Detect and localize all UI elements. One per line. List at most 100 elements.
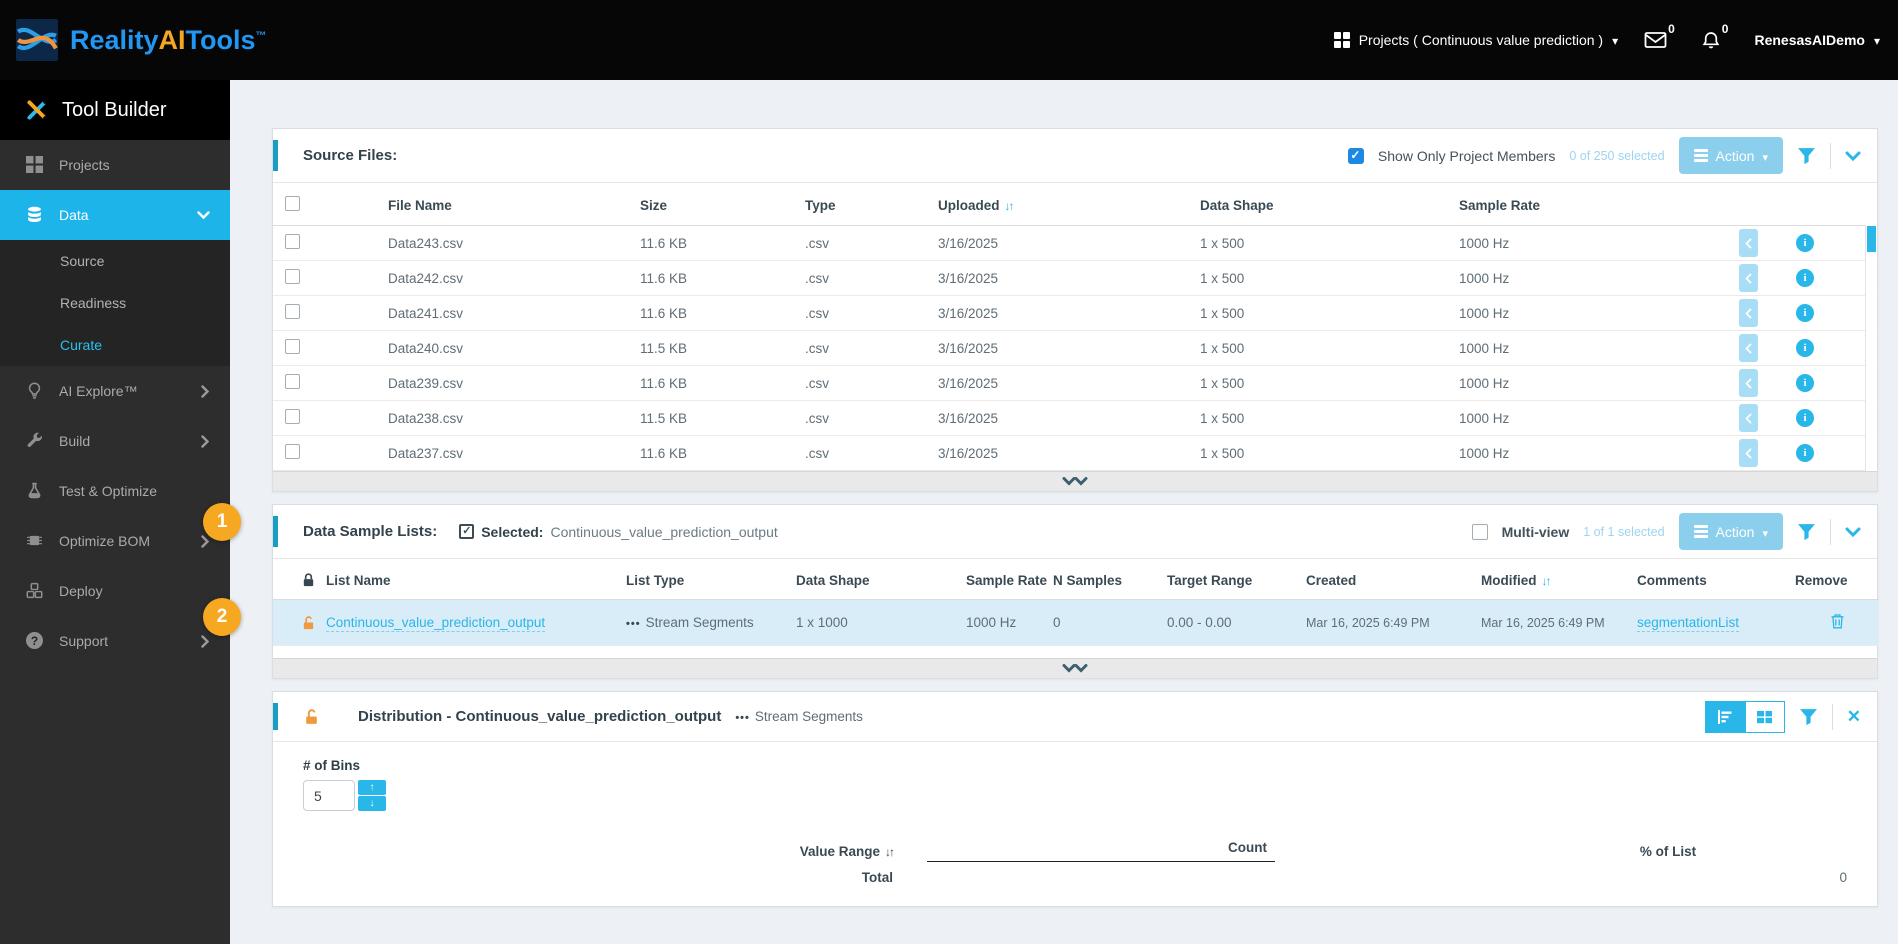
bins-increment-button[interactable] bbox=[358, 780, 386, 795]
unlock-icon[interactable] bbox=[301, 615, 326, 631]
file-shape: 1 x 500 bbox=[1200, 225, 1459, 261]
select-all-checkbox[interactable] bbox=[285, 196, 300, 211]
user-menu[interactable]: RenesasAIDemo bbox=[1754, 32, 1880, 48]
distribution-header-row: Value Range Count % of List bbox=[303, 827, 1863, 862]
sample-lists-action-button[interactable]: Action bbox=[1678, 512, 1783, 551]
sidebar-item-data[interactable]: Data bbox=[0, 190, 230, 240]
list-type: Stream Segments bbox=[645, 615, 754, 630]
file-shape: 1 x 500 bbox=[1200, 400, 1459, 436]
tool-builder-title: Tool Builder bbox=[62, 98, 167, 121]
sidebar-item-readiness[interactable]: Readiness bbox=[0, 282, 230, 324]
chevron-right-icon bbox=[201, 634, 210, 648]
col-comments: Comments bbox=[1637, 559, 1795, 600]
col-uploaded[interactable]: Uploaded bbox=[938, 183, 1200, 226]
col-list-type: List Type bbox=[626, 559, 796, 600]
expand-row-button[interactable] bbox=[1739, 229, 1758, 257]
col-value-range[interactable]: Value Range bbox=[303, 827, 903, 862]
annotation-marker-1: 1 bbox=[203, 503, 241, 541]
sidebar-item-curate[interactable]: Curate bbox=[0, 324, 230, 366]
source-files-action-button[interactable]: Action bbox=[1678, 136, 1783, 175]
sidebar-item-test-optimize[interactable]: Test & Optimize bbox=[0, 466, 230, 516]
distribution-panel: Distribution - Continuous_value_predicti… bbox=[272, 691, 1878, 907]
comments-link[interactable]: segmentationList bbox=[1637, 615, 1740, 632]
file-uploaded: 3/16/2025 bbox=[938, 400, 1200, 436]
row-checkbox[interactable] bbox=[285, 304, 300, 319]
sidebar-item-deploy[interactable]: Deploy bbox=[0, 566, 230, 616]
table-row: Data240.csv 11.5 KB .csv 3/16/2025 1 x 5… bbox=[273, 330, 1879, 366]
notifications-button[interactable]: 0 bbox=[1701, 22, 1728, 50]
info-icon[interactable]: i bbox=[1796, 269, 1814, 287]
info-icon[interactable]: i bbox=[1796, 444, 1814, 462]
expand-row-button[interactable] bbox=[1739, 334, 1758, 362]
sample-lists-header-row: List Name List Type Data Shape Sample Ra… bbox=[273, 559, 1879, 600]
sidebar-item-build[interactable]: Build bbox=[0, 416, 230, 466]
info-icon[interactable]: i bbox=[1796, 374, 1814, 392]
col-count: Count bbox=[903, 827, 1473, 862]
lightbulb-icon bbox=[26, 382, 44, 400]
bell-icon bbox=[1701, 31, 1721, 50]
list-name-link[interactable]: Continuous_value_prediction_output bbox=[326, 615, 546, 632]
brand-text: RealityAITools™ bbox=[70, 24, 267, 55]
multi-view-checkbox[interactable] bbox=[1471, 523, 1488, 540]
collapse-toggle[interactable] bbox=[273, 658, 1877, 678]
sort-icon[interactable] bbox=[1005, 199, 1013, 213]
chart-view-button[interactable] bbox=[1704, 700, 1745, 733]
row-checkbox[interactable] bbox=[285, 409, 300, 424]
sidebar-item-source[interactable]: Source bbox=[0, 240, 230, 282]
sidebar-item-support[interactable]: ? Support bbox=[0, 616, 230, 666]
info-icon[interactable]: i bbox=[1796, 339, 1814, 357]
table-row: Data241.csv 11.6 KB .csv 3/16/2025 1 x 5… bbox=[273, 295, 1879, 331]
info-icon[interactable]: i bbox=[1796, 234, 1814, 252]
bins-label: # of Bins bbox=[303, 758, 361, 773]
lock-icon bbox=[301, 572, 326, 588]
file-uploaded: 3/16/2025 bbox=[938, 330, 1200, 366]
collapse-panel-chevron-icon[interactable] bbox=[1845, 151, 1861, 161]
file-size: 11.6 KB bbox=[640, 225, 805, 261]
grid-icon bbox=[26, 156, 44, 174]
bins-decrement-button[interactable] bbox=[358, 796, 386, 811]
checked-box-icon bbox=[459, 523, 475, 539]
expand-row-button[interactable] bbox=[1739, 369, 1758, 397]
sort-icon[interactable] bbox=[1542, 574, 1550, 588]
table-view-button[interactable] bbox=[1744, 700, 1785, 733]
sidebar-item-projects[interactable]: Projects bbox=[0, 140, 230, 190]
sidebar-item-ai-explore[interactable]: AI Explore™ bbox=[0, 366, 230, 416]
scrollbar-thumb[interactable] bbox=[1867, 226, 1876, 252]
unlock-icon[interactable] bbox=[303, 708, 320, 726]
filter-icon[interactable] bbox=[1797, 147, 1816, 165]
col-modified[interactable]: Modified bbox=[1481, 559, 1637, 600]
expand-row-button[interactable] bbox=[1739, 299, 1758, 327]
scrollbar-track[interactable] bbox=[1865, 225, 1877, 471]
file-rate: 1000 Hz bbox=[1459, 365, 1729, 401]
sample-list-row[interactable]: Continuous_value_prediction_output ••• St… bbox=[273, 599, 1879, 646]
collapse-toggle[interactable] bbox=[273, 471, 1877, 491]
filter-icon[interactable] bbox=[1799, 708, 1818, 726]
trash-icon[interactable] bbox=[1830, 613, 1845, 630]
row-checkbox[interactable] bbox=[285, 374, 300, 389]
filter-icon[interactable] bbox=[1797, 523, 1816, 541]
bins-input[interactable] bbox=[303, 780, 355, 811]
chevron-down-icon bbox=[1762, 524, 1768, 540]
sidebar-item-optimize-bom[interactable]: Optimize BOM bbox=[0, 516, 230, 566]
source-files-table-wrap: File Name Size Type Uploaded Data Shape … bbox=[273, 183, 1879, 471]
info-icon[interactable]: i bbox=[1796, 409, 1814, 427]
row-checkbox[interactable] bbox=[285, 339, 300, 354]
messages-button[interactable]: 0 bbox=[1644, 22, 1675, 49]
row-checkbox[interactable] bbox=[285, 234, 300, 249]
info-icon[interactable]: i bbox=[1796, 304, 1814, 322]
show-only-members-checkbox[interactable] bbox=[1347, 147, 1364, 164]
row-checkbox[interactable] bbox=[285, 269, 300, 284]
file-shape: 1 x 500 bbox=[1200, 330, 1459, 366]
wrench-icon bbox=[26, 432, 44, 450]
file-shape: 1 x 500 bbox=[1200, 365, 1459, 401]
expand-row-button[interactable] bbox=[1739, 404, 1758, 432]
sort-icon[interactable] bbox=[885, 845, 893, 859]
expand-row-button[interactable] bbox=[1739, 264, 1758, 292]
close-icon[interactable]: ✕ bbox=[1847, 707, 1861, 727]
collapse-panel-chevron-icon[interactable] bbox=[1845, 527, 1861, 537]
brand: RealityAITools™ bbox=[0, 19, 700, 61]
projects-menu[interactable]: Projects ( Continuous value prediction ) bbox=[1333, 32, 1618, 48]
row-checkbox[interactable] bbox=[285, 444, 300, 459]
expand-row-button[interactable] bbox=[1739, 439, 1758, 467]
source-files-header: Source Files: Show Only Project Members … bbox=[273, 129, 1877, 183]
